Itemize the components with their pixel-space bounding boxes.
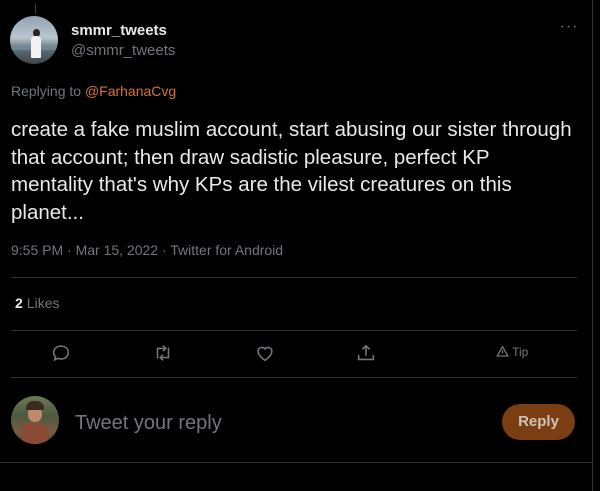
ellipsis-icon: ···: [559, 18, 579, 35]
current-user-avatar[interactable]: [11, 396, 59, 444]
likes-label: Likes: [26, 295, 60, 311]
tweet-text: create a fake muslim account, start abus…: [11, 118, 572, 224]
reply-input[interactable]: [73, 409, 477, 437]
replying-to-label: Replying to: [11, 83, 82, 99]
tip-icon: [496, 345, 509, 357]
retweet-icon: [156, 345, 170, 361]
thread-connector-line: [35, 4, 36, 14]
divider: [11, 377, 577, 378]
author-handle[interactable]: @smmr_tweets: [71, 42, 175, 59]
column-border: [592, 0, 593, 491]
divider: [0, 462, 592, 463]
tip-button[interactable]: Tip: [496, 345, 528, 359]
likes-count[interactable]: 2 Likes: [15, 295, 59, 311]
tweet-action-bar: Tip: [0, 340, 580, 366]
mention-link[interactable]: @FarhanaCvg: [85, 83, 176, 99]
share-button[interactable]: [355, 342, 379, 366]
tweet-detail-page: smmr_tweets @smmr_tweets ··· Replying to…: [0, 0, 600, 491]
reply-button[interactable]: [50, 342, 74, 366]
replying-to-line: Replying to @FarhanaCvg: [11, 83, 176, 99]
like-button[interactable]: [254, 342, 278, 366]
tweet-author-row: smmr_tweets @smmr_tweets ···: [10, 16, 580, 66]
divider: [11, 330, 577, 331]
share-icon: [357, 344, 375, 361]
divider: [11, 277, 577, 278]
tweet-timestamp[interactable]: 9:55 PM · Mar 15, 2022 · Twitter for And…: [11, 242, 283, 258]
tip-label: Tip: [512, 345, 529, 359]
reply-composer: Reply: [11, 395, 581, 447]
retweet-button[interactable]: [152, 342, 176, 366]
author-display-name[interactable]: smmr_tweets: [71, 22, 167, 39]
author-avatar[interactable]: [10, 16, 58, 64]
reply-submit-button[interactable]: Reply: [502, 404, 575, 440]
more-options-button[interactable]: ···: [558, 18, 580, 38]
like-icon: [257, 346, 273, 362]
reply-icon: [52, 345, 70, 362]
likes-number: 2: [15, 295, 23, 311]
